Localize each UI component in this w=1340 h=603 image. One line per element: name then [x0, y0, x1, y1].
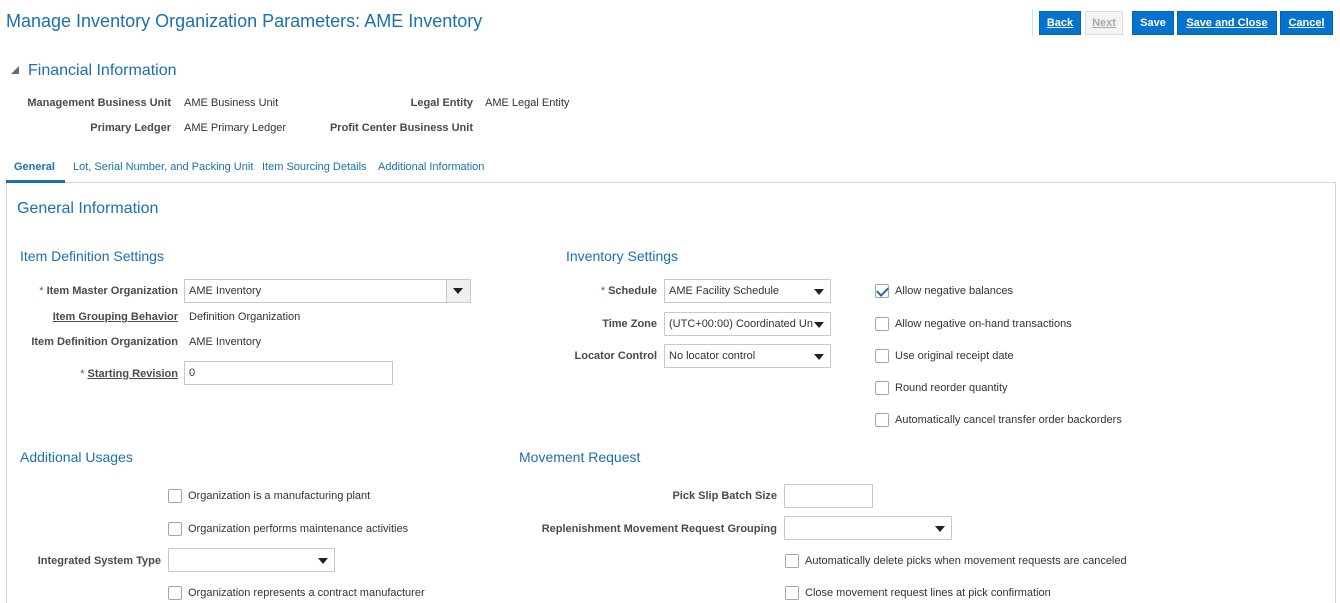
mbu-label: Management Business Unit: [27, 97, 171, 109]
pick-slip-batch-size-label: Pick Slip Batch Size: [672, 490, 777, 502]
required-marker: *: [600, 285, 606, 297]
financial-info-title[interactable]: Financial Information: [28, 62, 177, 80]
item-grouping-label[interactable]: Item Grouping Behavior: [20, 311, 178, 323]
required-marker: *: [80, 368, 85, 380]
save-and-close-button[interactable]: Save and Close: [1177, 11, 1277, 35]
starting-revision-value: 0: [189, 367, 196, 379]
locator-control-select[interactable]: No locator control: [664, 344, 831, 368]
contract-manufacturer-checkbox[interactable]: [168, 586, 182, 600]
auto-delete-picks-row: Automatically delete picks when movement…: [785, 554, 1127, 568]
item-grouping-value: Definition Organization: [189, 311, 301, 323]
chevron-down-icon: [935, 526, 945, 532]
item-master-org-combobox[interactable]: AME Inventory: [184, 279, 471, 303]
auto-cancel-backorders-checkbox[interactable]: [875, 413, 889, 427]
save-button-label: Save: [1140, 17, 1166, 29]
auto-delete-picks-label: Automatically delete picks when movement…: [805, 555, 1127, 567]
back-button-label: Back: [1046, 17, 1074, 29]
item-master-org-label: * Item Master Organization: [20, 285, 178, 297]
replenishment-grouping-select[interactable]: [784, 516, 952, 540]
starting-revision-label-text[interactable]: Starting Revision: [88, 368, 178, 380]
general-info-title: General Information: [17, 200, 159, 217]
profit-center-label: Profit Center Business Unit: [329, 122, 473, 134]
tab-item-sourcing[interactable]: Item Sourcing Details: [262, 161, 367, 173]
use-original-receipt-date-row: Use original receipt date: [875, 349, 1014, 363]
replenishment-grouping-label: Replenishment Movement Request Grouping: [541, 523, 777, 535]
auto-cancel-backorders-label: Automatically cancel transfer order back…: [895, 414, 1122, 426]
starting-revision-input[interactable]: 0: [184, 361, 393, 385]
locator-control-label: Locator Control: [574, 350, 658, 362]
chevron-down-icon: [318, 558, 328, 564]
time-zone-value: (UTC+00:00) Coordinated Un: [669, 318, 813, 330]
close-request-lines-label: Close movement request lines at pick con…: [805, 587, 1051, 599]
close-request-lines-checkbox[interactable]: [785, 586, 799, 600]
page-title: Manage Inventory Organization Parameters…: [6, 11, 483, 31]
integrated-system-type-select[interactable]: [168, 548, 335, 572]
maintenance-activities-label: Organization performs maintenance activi…: [188, 523, 409, 535]
collapse-triangle-icon[interactable]: [11, 66, 19, 74]
chevron-down-icon: [453, 288, 463, 294]
locator-control-value: No locator control: [669, 350, 756, 362]
save-and-close-label: Save and Close: [1186, 17, 1268, 29]
auto-cancel-backorders-row: Automatically cancel transfer order back…: [875, 413, 1122, 427]
allow-negative-balances-label: Allow negative balances: [895, 285, 1014, 297]
allow-negative-balances-checkbox[interactable]: [875, 284, 889, 298]
save-button[interactable]: Save: [1132, 11, 1174, 35]
item-definition-title: Item Definition Settings: [20, 248, 164, 264]
chevron-down-icon: [814, 322, 824, 328]
round-reorder-quantity-row: Round reorder quantity: [875, 381, 1008, 395]
use-original-receipt-date-checkbox[interactable]: [875, 349, 889, 363]
manufacturing-plant-label: Organization is a manufacturing plant: [188, 490, 371, 502]
allow-negative-onhand-checkbox[interactable]: [875, 317, 889, 331]
manufacturing-plant-checkbox[interactable]: [168, 489, 182, 503]
close-request-lines-row: Close movement request lines at pick con…: [785, 586, 1051, 600]
allow-negative-onhand-label: Allow negative on-hand transactions: [895, 318, 1072, 330]
item-master-org-value: AME Inventory: [189, 285, 262, 297]
allow-negative-onhand-row: Allow negative on-hand transactions: [875, 317, 1072, 331]
item-master-org-dropdown-button[interactable]: [446, 280, 470, 302]
round-reorder-quantity-checkbox[interactable]: [875, 381, 889, 395]
general-panel: [6, 183, 1336, 603]
item-master-org-label-text: Item Master Organization: [46, 285, 178, 297]
contract-manufacturer-label: Organization represents a contract manuf…: [188, 587, 425, 599]
time-zone-select[interactable]: (UTC+00:00) Coordinated Un: [664, 312, 831, 336]
tab-additional-information[interactable]: Additional Information: [378, 161, 484, 173]
integrated-system-type-label: Integrated System Type: [37, 555, 161, 567]
inventory-settings-title: Inventory Settings: [566, 248, 679, 264]
allow-negative-balances-row: Allow negative balances: [875, 284, 1013, 298]
back-button[interactable]: Back: [1039, 11, 1081, 35]
item-def-org-value: AME Inventory: [189, 336, 262, 348]
schedule-value: AME Facility Schedule: [669, 285, 780, 297]
schedule-label: * Schedule: [560, 285, 657, 297]
maintenance-activities-row: Organization performs maintenance activi…: [168, 522, 408, 536]
schedule-label-text: Schedule: [608, 285, 657, 297]
legal-entity-value: AME Legal Entity: [485, 97, 570, 109]
auto-delete-picks-checkbox[interactable]: [785, 554, 799, 568]
time-zone-label: Time Zone: [602, 318, 657, 330]
toolbar-separator: [1032, 9, 1033, 37]
contract-manufacturer-row: Organization represents a contract manuf…: [168, 586, 425, 600]
legal-entity-label: Legal Entity: [410, 97, 473, 109]
item-def-org-label: Item Definition Organization: [31, 336, 178, 348]
schedule-select[interactable]: AME Facility Schedule: [664, 279, 831, 303]
round-reorder-quantity-label: Round reorder quantity: [895, 382, 1008, 394]
movement-request-title: Movement Request: [519, 449, 641, 465]
required-marker: *: [39, 285, 44, 297]
primary-ledger-label: Primary Ledger: [90, 122, 171, 134]
mbu-value: AME Business Unit: [184, 97, 279, 109]
chevron-down-icon: [814, 354, 824, 360]
additional-usages-title: Additional Usages: [20, 449, 133, 465]
maintenance-activities-checkbox[interactable]: [168, 522, 182, 536]
manufacturing-plant-row: Organization is a manufacturing plant: [168, 489, 370, 503]
next-button[interactable]: Next: [1085, 11, 1123, 35]
cancel-button[interactable]: Cancel: [1280, 11, 1333, 35]
tab-general[interactable]: General: [14, 161, 55, 173]
cancel-button-label: Cancel: [1288, 17, 1325, 29]
pick-slip-batch-size-input[interactable]: [784, 484, 873, 508]
tab-lot-serial-packing[interactable]: Lot, Serial Number, and Packing Unit: [73, 161, 253, 173]
starting-revision-label: * Starting Revision: [20, 368, 178, 380]
primary-ledger-value: AME Primary Ledger: [184, 122, 287, 134]
use-original-receipt-date-label: Use original receipt date: [895, 350, 1014, 362]
chevron-down-icon: [814, 289, 824, 295]
next-button-label: Next: [1092, 17, 1116, 29]
